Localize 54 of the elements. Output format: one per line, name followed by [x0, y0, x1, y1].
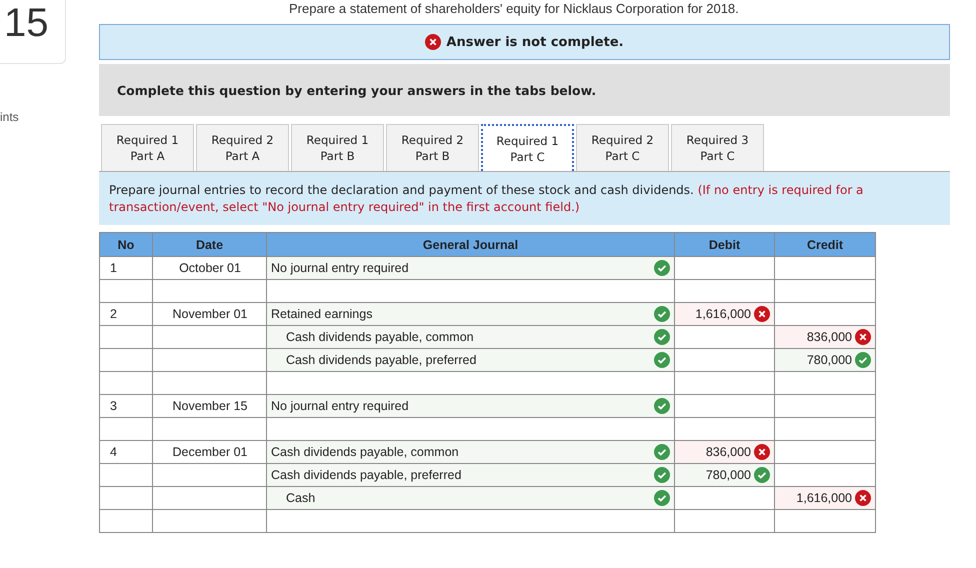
credit-field[interactable]: 780,000 — [774, 348, 876, 372]
column-header: Credit — [774, 232, 876, 256]
table-cell: November 15 — [152, 394, 266, 418]
table-cell: November 01 — [152, 302, 266, 326]
instructions: Complete this question by entering your answers in the tabs below. — [99, 64, 950, 116]
amount-text: 836,000 — [806, 330, 852, 344]
account-field[interactable]: No journal entry required — [266, 394, 674, 418]
account-field[interactable]: Cash dividends payable, common — [266, 326, 674, 348]
table-cell: 2 — [100, 302, 152, 326]
account-text: Cash dividends payable, common — [286, 330, 474, 344]
tab[interactable]: Required 2 Part A — [196, 124, 289, 171]
amount-text: 780,000 — [806, 353, 852, 367]
debit-field[interactable]: 780,000 — [674, 464, 774, 486]
debit-field[interactable]: 1,616,000 — [674, 302, 774, 326]
column-header: No — [100, 232, 152, 256]
account-text: Cash dividends payable, common — [271, 445, 459, 459]
column-header: Debit — [674, 232, 774, 256]
account-text: No journal entry required — [271, 399, 409, 413]
table-cell: October 01 — [152, 256, 266, 280]
tab[interactable]: Required 1 Part B — [291, 124, 384, 171]
points-label: ints — [0, 110, 20, 124]
account-field[interactable]: Cash dividends payable, preferred — [266, 348, 674, 372]
account-text: Cash — [286, 491, 316, 505]
table-cell: 4 — [100, 440, 152, 464]
account-text: Cash dividends payable, preferred — [286, 353, 476, 367]
account-field[interactable]: Cash dividends payable, common — [266, 440, 674, 464]
account-field[interactable]: Cash dividends payable, preferred — [266, 464, 674, 486]
account-text: Cash dividends payable, preferred — [271, 468, 462, 482]
column-header: Date — [152, 232, 266, 256]
task-text: Prepare journal entries to record the declaration and payment of these stock and cash dividends. (If no entry is required for a transaction/event, select "No journal entry required" in the first account field.) — [99, 172, 950, 225]
amount-text: 780,000 — [706, 468, 751, 482]
tab[interactable]: Required 1 Part A — [101, 124, 194, 171]
tab[interactable]: Required 3 Part C — [671, 124, 764, 171]
question-prompt: Prepare a statement of shareholders' equity for Nicklaus Corporation for 2018. — [288, 0, 740, 18]
column-header: General Journal — [266, 232, 674, 256]
amount-text: 1,616,000 — [695, 307, 751, 321]
account-field[interactable]: Cash — [266, 486, 674, 510]
tab[interactable]: Required 1 Part C — [481, 124, 574, 171]
debit-field[interactable]: 836,000 — [674, 440, 774, 464]
account-text: Retained earnings — [271, 307, 372, 321]
account-field[interactable]: No journal entry required — [266, 256, 674, 280]
credit-field[interactable]: 1,616,000 — [774, 486, 876, 510]
amount-text: 836,000 — [706, 445, 751, 459]
tab[interactable]: Required 2 Part C — [576, 124, 669, 171]
table-cell: December 01 — [152, 440, 266, 464]
amount-text: 1,616,000 — [796, 491, 852, 505]
tab[interactable]: Required 2 Part B — [386, 124, 479, 171]
table-cell: 3 — [100, 394, 152, 418]
account-text: No journal entry required — [271, 261, 409, 275]
alert-text: Answer is not complete. — [446, 34, 624, 50]
question-number: 15 — [0, 0, 66, 64]
account-field[interactable]: Retained earnings — [266, 302, 674, 326]
credit-field[interactable]: 836,000 — [774, 326, 876, 348]
table-cell: 1 — [100, 256, 152, 280]
